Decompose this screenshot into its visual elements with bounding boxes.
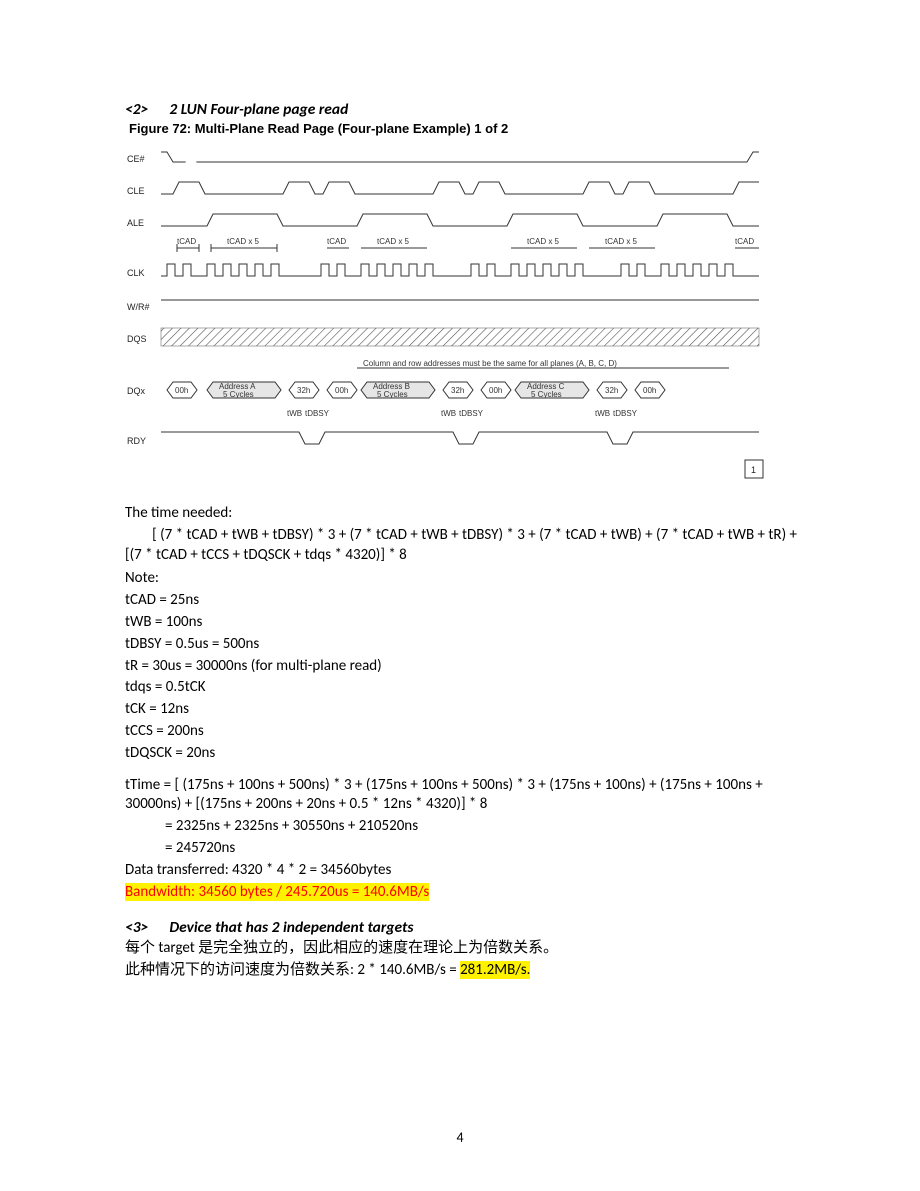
dqx-0: 00h [175,386,188,395]
section-2-title: 2 LUN Four-plane page read [169,100,348,119]
tcad-label-1: tCAD x 5 [227,237,260,246]
note-4: tdqs = 0.5tCK [125,678,800,698]
tcad-label-5: tCAD x 5 [605,237,638,246]
ttime-line2: = 2325ns + 2325ns + 30550ns + 210520ns [125,817,800,837]
tcad-label-3: tCAD x 5 [377,237,410,246]
rdy-label-3: tDBSY [459,409,484,418]
dqx-2: 32h [297,386,310,395]
section-3-num: <3> [125,918,148,937]
rdy-label-2: tWB [441,409,456,418]
tcad-label-2: tCAD [327,237,346,246]
dqx-3: 00h [335,386,348,395]
section-3-title: Device that has 2 independent targets [169,918,413,937]
section-2-heading: <2> 2 LUN Four-plane page read [125,100,800,119]
page-number: 4 [0,1129,920,1146]
tcad-label-4: tCAD x 5 [527,237,560,246]
tcad-label-0: tCAD [177,237,196,246]
section-3-line2: 此种情况下的访问速度为倍数关系: 2 * 140.6MB/s = 281.2MB… [125,961,800,981]
signal-label-wr: W/R# [127,302,150,312]
dqx-8: 32h [605,386,618,395]
formula-line: [ (7 * tCAD + tWB + tDBSY) * 3 + (7 * tC… [125,526,800,566]
svg-text:5 Cycles: 5 Cycles [531,390,562,399]
note-label: Note: [125,569,800,589]
ttime-line1: tTime = [ (175ns + 100ns + 500ns) * 3 + … [125,776,800,816]
note-1: tWB = 100ns [125,613,800,633]
signal-label-ce: CE# [127,154,145,164]
signal-label-cle: CLE [127,186,145,196]
bandwidth-line: Bandwidth: 34560 bytes / 245.720us = 140… [125,883,800,903]
signal-label-dqs: DQS [127,334,147,344]
section-3-heading: <3> Device that has 2 independent target… [125,918,800,937]
data-transferred: Data transferred: 4320 * 4 * 2 = 34560by… [125,861,800,881]
address-note: Column and row addresses must be the sam… [363,359,617,368]
svg-text:5 Cycles: 5 Cycles [223,390,254,399]
dqx-6: 00h [489,386,502,395]
rdy-label-5: tDBSY [613,409,638,418]
timing-diagram: CE# CLE ALE [127,144,767,494]
figure-caption: Figure 72: Multi-Plane Read Page (Four-p… [129,121,800,136]
note-5: tCK = 12ns [125,700,800,720]
corner-number: 1 [751,465,756,475]
rdy-label-1: tDBSY [305,409,330,418]
signal-label-dqx: DQx [127,386,146,396]
section-3-line1: 每个 target 是完全独立的，因此相应的速度在理论上为倍数关系。 [125,939,800,959]
rdy-label-4: tWB [595,409,610,418]
section-2-num: <2> [125,100,148,119]
note-2: tDBSY = 0.5us = 500ns [125,635,800,655]
note-0: tCAD = 25ns [125,591,800,611]
note-7: tDQSCK = 20ns [125,744,800,764]
signal-label-clk: CLK [127,268,145,278]
rdy-label-0: tWB [287,409,302,418]
dqx-5: 32h [451,386,464,395]
note-6: tCCS = 200ns [125,722,800,742]
tcad-label-6: tCAD [735,237,754,246]
signal-label-rdy: RDY [127,436,146,446]
signal-label-ale: ALE [127,218,144,228]
note-3: tR = 30us = 30000ns (for multi-plane rea… [125,657,800,677]
dqx-9: 00h [643,386,656,395]
svg-text:5 Cycles: 5 Cycles [377,390,408,399]
ttime-line3: = 245720ns [125,839,800,859]
time-needed-label: The time needed: [125,504,800,524]
